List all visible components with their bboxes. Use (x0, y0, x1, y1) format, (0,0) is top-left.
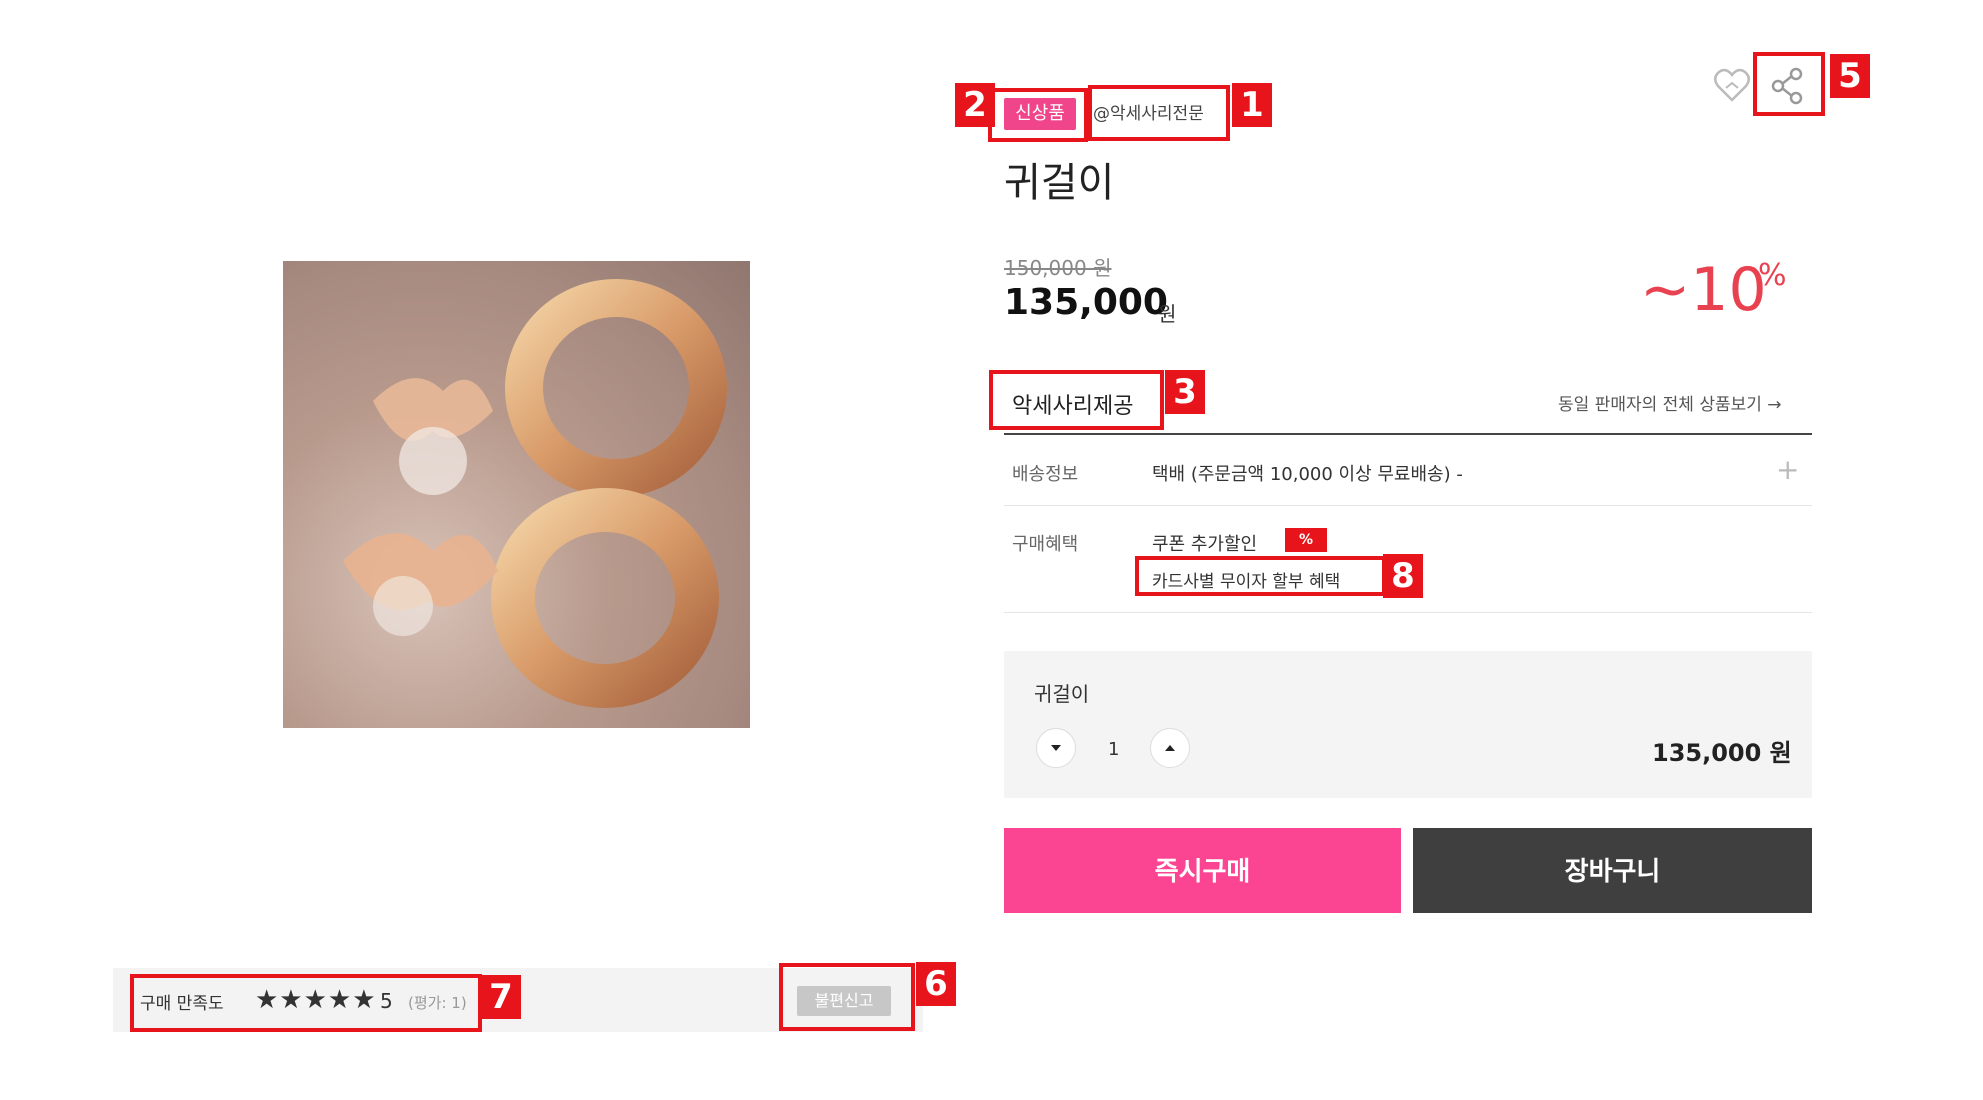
annotation-label-7: 7 (481, 975, 521, 1019)
annotation-box-7 (130, 974, 482, 1032)
shipping-info-label: 배송정보 (1012, 464, 1079, 485)
discount-rate: ~10 (1640, 255, 1767, 325)
buy-now-button[interactable]: 즉시구매 (1004, 828, 1401, 913)
annotation-label-6: 6 (916, 962, 956, 1006)
annotation-label-1: 1 (1232, 83, 1272, 127)
row-divider (1004, 505, 1812, 506)
annotation-box-1 (1088, 85, 1230, 141)
coupon-percent-badge[interactable]: % (1285, 528, 1327, 552)
product-title: 귀걸이 (1004, 160, 1115, 206)
seller-all-products-link[interactable]: 동일 판매자의 전체 상품보기 → (1558, 390, 1782, 415)
shipping-expand-plus-icon[interactable]: + (1776, 456, 1799, 484)
shipping-info-value: 택배 (주문금액 10,000 이상 무료배송) - (1152, 464, 1463, 485)
product-image (283, 261, 750, 728)
seller-divider (1004, 433, 1812, 435)
annotation-label-8: 8 (1383, 554, 1423, 598)
quantity-value[interactable]: 1 (1108, 739, 1119, 760)
original-price: 150,000 원 (1004, 256, 1112, 280)
annotation-box-8 (1135, 556, 1386, 596)
caret-up-icon (1165, 745, 1175, 751)
discount-percent-symbol: % (1758, 258, 1787, 293)
annotation-box-5 (1753, 52, 1825, 116)
price-unit: 원 (1158, 302, 1177, 326)
add-to-cart-button[interactable]: 장바구니 (1413, 828, 1812, 913)
benefits-label: 구매혜택 (1012, 534, 1079, 555)
quantity-increase-button[interactable] (1150, 728, 1190, 768)
wishlist-heart-icon[interactable] (1712, 66, 1752, 106)
annotation-box-3 (989, 370, 1164, 430)
quantity-decrease-button[interactable] (1036, 728, 1076, 768)
annotation-label-2: 2 (955, 83, 995, 127)
caret-down-icon (1051, 745, 1061, 751)
row-divider (1004, 612, 1812, 613)
option-product-name: 귀걸이 (1034, 682, 1090, 706)
sale-price: 135,000 (1004, 282, 1168, 323)
annotation-box-6 (779, 963, 915, 1031)
annotation-box-2 (988, 88, 1088, 142)
annotation-label-3: 3 (1165, 370, 1205, 414)
option-total-price: 135,000 원 (1652, 739, 1792, 767)
coupon-discount-text[interactable]: 쿠폰 추가할인 (1152, 530, 1257, 556)
annotation-label-5: 5 (1830, 54, 1870, 98)
selected-option-panel (1004, 651, 1812, 798)
